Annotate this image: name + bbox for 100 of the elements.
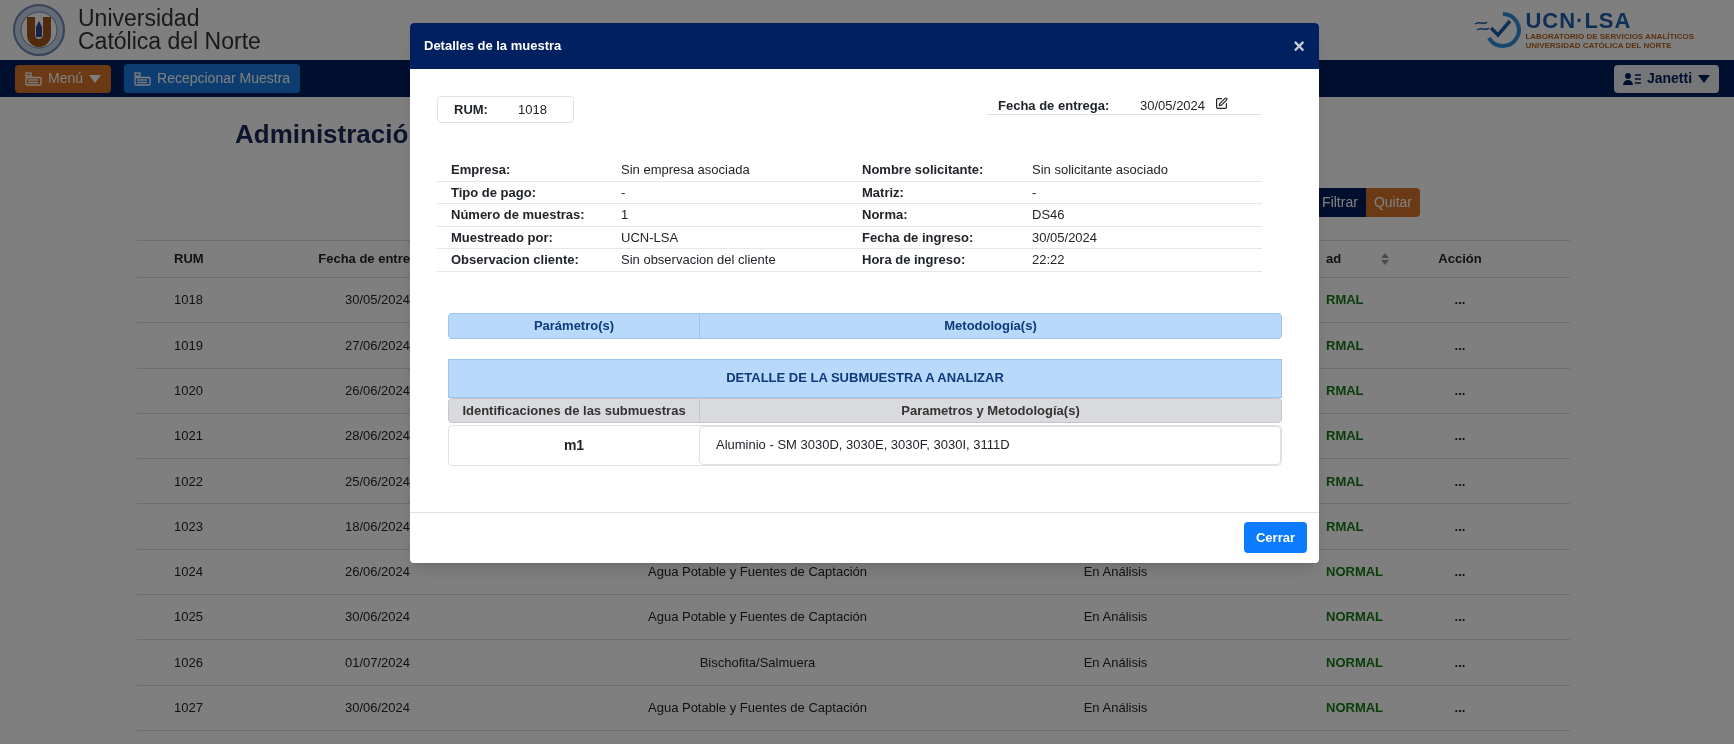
check-circle-logo-icon — [1473, 10, 1522, 50]
column-header: Parámetro(s) — [532, 316, 616, 335]
info-value: Sin solicitante asociado — [1031, 161, 1169, 179]
column-header: ad — [1326, 250, 1342, 269]
university-name: Católica del Norte — [78, 30, 261, 53]
user-menu-button[interactable]: Janetti — [1614, 64, 1719, 93]
sort-icon — [1381, 253, 1390, 265]
caret-icon — [1698, 74, 1710, 83]
lab-logo-subtitle: UNIVERSIDAD CATÓLICA DEL NORTE — [1525, 41, 1673, 50]
subsample-detail: Aluminio - SM 3030D, 3030E, 3030F, 3030I, 3111D — [699, 425, 1281, 465]
table-cell-text: 1019 — [173, 336, 203, 355]
table-cell-text: 30/06/2024 — [344, 699, 410, 718]
table-cell-text: 30/06/2024 — [344, 608, 410, 627]
table-cell-text: Bischofita/Salmuera — [699, 653, 816, 672]
table-cell-text: En Análisis — [1083, 699, 1148, 718]
info-label: Matriz: — [861, 183, 905, 202]
info-value: - — [620, 183, 627, 202]
info-label: Número de muestras: — [450, 206, 586, 224]
row-actions-button[interactable]: ... — [1454, 652, 1466, 673]
table-cell-text: 1025 — [173, 608, 203, 627]
user-list-icon — [1623, 71, 1641, 86]
delivery-date-label: Fecha de entrega: — [998, 97, 1111, 115]
priority-label: NORMAL — [1326, 653, 1384, 672]
row-actions-button[interactable]: ... — [1454, 290, 1466, 310]
info-label: Fecha de ingreso: — [861, 228, 975, 247]
receive-sample-button[interactable]: Recepcionar Muestra — [124, 64, 301, 93]
table-cell-text: 01/07/2024 — [344, 653, 410, 672]
lab-logo-name: UCN·LSA — [1525, 10, 1633, 32]
table-cell-text: 1021 — [173, 427, 203, 446]
table-cell-text: 1023 — [173, 517, 203, 536]
close-button[interactable]: × — [1293, 36, 1305, 56]
university-name: Universidad — [78, 7, 201, 30]
table-cell-text: 25/06/2024 — [344, 472, 410, 491]
priority-label: RMAL — [1326, 517, 1364, 536]
table-cell-text: 30/05/2024 — [344, 291, 410, 310]
column-header: RUM — [173, 250, 204, 269]
column-header: Acción — [1438, 250, 1482, 269]
list-icon — [25, 71, 42, 86]
row-actions-button[interactable]: ... — [1454, 516, 1466, 537]
table-cell-text: 1027 — [173, 699, 203, 718]
close-dialog-button[interactable]: Cerrar — [1243, 522, 1307, 553]
priority-label: NORMAL — [1326, 608, 1384, 627]
priority-label: NORMAL — [1326, 699, 1384, 718]
table-cell-text: 27/06/2024 — [344, 336, 410, 355]
list-icon — [134, 71, 152, 86]
info-value: 22:22 — [1031, 251, 1066, 269]
info-value: Sin empresa asociada — [620, 161, 751, 179]
info-value: DS46 — [1031, 206, 1066, 224]
table-cell-text: 18/06/2024 — [344, 517, 410, 536]
table-cell-text: En Análisis — [1083, 608, 1148, 627]
info-value: - — [1031, 183, 1038, 202]
edit-icon[interactable] — [1215, 97, 1229, 110]
lab-logo-subtitle: LABORATORIO DE SERVICIOS ANALÍTICOS — [1525, 32, 1694, 41]
table-cell-text: Agua Potable y Fuentes de Captación — [648, 608, 867, 627]
table-cell-text: 1018 — [173, 291, 203, 310]
priority-label: RMAL — [1326, 291, 1364, 310]
info-label: Hora de ingreso: — [861, 251, 967, 269]
priority-label: NORMAL — [1326, 563, 1384, 582]
column-header: Identificaciones de las submuestras — [461, 401, 687, 420]
table-cell-text: 1026 — [173, 653, 203, 672]
table-cell-text: 1020 — [173, 382, 203, 400]
university-emblem-icon — [12, 3, 66, 57]
table-cell-text: Agua Potable y Fuentes de Captación — [648, 563, 867, 582]
page-title: Administració — [234, 118, 410, 151]
table-cell-text: Agua Potable y Fuentes de Captación — [648, 699, 867, 718]
table-cell-text: 28/06/2024 — [344, 427, 410, 446]
clear-button[interactable]: Quitar — [1365, 188, 1420, 217]
info-value: UCN-LSA — [620, 228, 680, 247]
table-cell-text: En Análisis — [1083, 563, 1148, 582]
info-value: 30/05/2024 — [1031, 228, 1099, 247]
info-label: Muestreado por: — [450, 228, 554, 247]
row-actions-button[interactable]: ... — [1454, 335, 1466, 356]
row-actions-button[interactable]: ... — [1454, 426, 1466, 446]
row-actions-button[interactable]: ... — [1454, 698, 1466, 718]
info-label: Empresa: — [450, 161, 512, 179]
table-cell-text: En Análisis — [1083, 653, 1148, 672]
column-header: Fecha de entre — [318, 250, 410, 269]
info-value: Sin observacion del cliente — [620, 251, 777, 269]
row-actions-button[interactable]: ... — [1454, 381, 1466, 401]
info-label: Norma: — [861, 206, 909, 224]
column-header: Parametros y Metodología(s) — [699, 398, 1281, 422]
row-actions-button[interactable]: ... — [1454, 471, 1466, 492]
modal-title: Detalles de la muestra — [424, 37, 562, 56]
row-actions-button[interactable]: ... — [1454, 562, 1466, 582]
delivery-date-value: 30/05/2024 — [1140, 97, 1206, 115]
caret-icon — [89, 74, 102, 83]
info-label: Observacion cliente: — [450, 251, 580, 269]
info-label: Tipo de pago: — [450, 183, 537, 202]
table-cell-text: 1022 — [173, 472, 203, 491]
rum-value: 1018 — [518, 100, 547, 119]
row-actions-button[interactable]: ... — [1454, 607, 1466, 627]
table-cell-text: 26/06/2024 — [344, 563, 410, 582]
table-cell-text: 1024 — [173, 563, 203, 582]
priority-label: RMAL — [1326, 427, 1364, 446]
info-label: Nombre solicitante: — [861, 161, 985, 179]
rum-label: RUM: — [454, 100, 489, 119]
section-title: DETALLE DE LA SUBMUESTRA A ANALIZAR — [726, 369, 1004, 388]
menu-button[interactable]: Menú — [15, 64, 112, 93]
table-cell-text: 26/06/2024 — [344, 382, 410, 400]
subsample-id: m1 — [562, 435, 586, 455]
